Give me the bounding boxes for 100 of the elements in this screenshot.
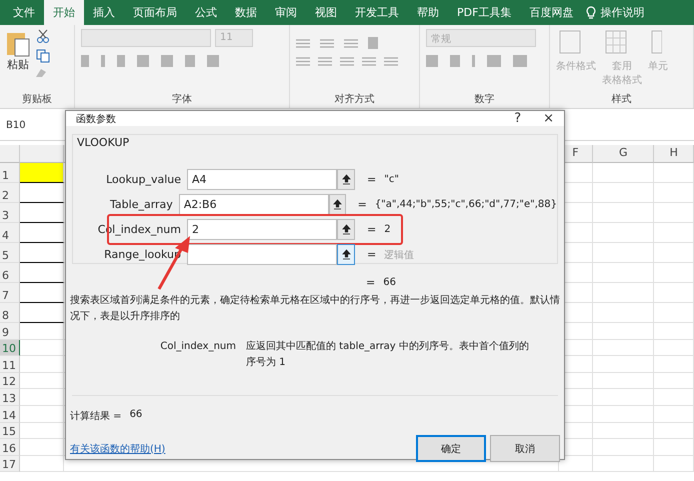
- row-header[interactable]: 13: [0, 389, 20, 406]
- spreadsheet-cell[interactable]: [20, 340, 64, 356]
- spreadsheet-cell[interactable]: [593, 203, 654, 223]
- spreadsheet-cell[interactable]: [654, 223, 694, 243]
- spreadsheet-cell[interactable]: [593, 263, 654, 283]
- spreadsheet-cell[interactable]: [20, 356, 64, 373]
- spreadsheet-cell[interactable]: [654, 163, 694, 183]
- select-all-corner[interactable]: [0, 145, 20, 163]
- spreadsheet-cell[interactable]: [654, 406, 694, 423]
- argument-field[interactable]: A2:B6: [178, 194, 329, 215]
- spreadsheet-cell[interactable]: [20, 283, 64, 303]
- ribbon-tab[interactable]: 帮助: [408, 0, 448, 25]
- close-button[interactable]: ×: [543, 111, 554, 126]
- spreadsheet-cell[interactable]: [20, 223, 64, 243]
- help-button[interactable]: ?: [514, 111, 522, 126]
- spreadsheet-cell[interactable]: [654, 456, 694, 472]
- row-header[interactable]: 15: [0, 422, 20, 440]
- row-header[interactable]: 16: [0, 439, 20, 456]
- spreadsheet-cell[interactable]: [20, 439, 64, 456]
- spreadsheet-cell[interactable]: [654, 422, 694, 440]
- spreadsheet-cell[interactable]: [593, 340, 654, 356]
- cancel-button[interactable]: 取消: [490, 435, 560, 462]
- ribbon-tab[interactable]: 审阅: [266, 0, 306, 25]
- ribbon-tab[interactable]: 数据: [226, 0, 266, 25]
- spreadsheet-cell[interactable]: [593, 356, 654, 373]
- spreadsheet-cell[interactable]: [654, 263, 694, 283]
- spreadsheet-cell[interactable]: [654, 340, 694, 356]
- spreadsheet-cell[interactable]: [20, 303, 64, 323]
- spreadsheet-cell[interactable]: [654, 203, 694, 223]
- row-header[interactable]: 3: [0, 203, 20, 223]
- spreadsheet-cell[interactable]: [593, 283, 654, 303]
- spreadsheet-cell[interactable]: [593, 243, 654, 263]
- row-header[interactable]: 8: [0, 303, 20, 323]
- spreadsheet-cell[interactable]: [593, 439, 654, 456]
- font-name-field[interactable]: [81, 29, 211, 47]
- ribbon-tab[interactable]: 开发工具: [346, 0, 408, 25]
- spreadsheet-cell[interactable]: [654, 356, 694, 373]
- row-header[interactable]: 2: [0, 183, 20, 203]
- collapse-button[interactable]: [337, 219, 355, 240]
- spreadsheet-cell[interactable]: [654, 323, 694, 340]
- spreadsheet-cell[interactable]: [593, 303, 654, 323]
- spreadsheet-cell[interactable]: [654, 183, 694, 203]
- row-header[interactable]: 14: [0, 406, 20, 423]
- spreadsheet-cell[interactable]: [20, 183, 64, 203]
- spreadsheet-cell[interactable]: [654, 283, 694, 303]
- spreadsheet-cell[interactable]: [593, 163, 654, 183]
- row-header[interactable]: 17: [0, 456, 20, 472]
- spreadsheet-cell[interactable]: [593, 223, 654, 243]
- paste-button[interactable]: 粘贴: [7, 57, 29, 72]
- row-header[interactable]: 7: [0, 283, 20, 303]
- row-header[interactable]: 12: [0, 372, 20, 390]
- spreadsheet-cell[interactable]: [593, 372, 654, 390]
- ribbon-tab[interactable]: PDF工具集: [448, 0, 520, 25]
- spreadsheet-cell[interactable]: [593, 183, 654, 203]
- spreadsheet-cell[interactable]: [654, 303, 694, 323]
- spreadsheet-cell[interactable]: [20, 203, 64, 223]
- spreadsheet-cell[interactable]: [20, 372, 64, 390]
- column-header[interactable]: H: [654, 145, 694, 163]
- spreadsheet-cell[interactable]: [593, 456, 654, 472]
- name-box[interactable]: B10: [6, 120, 26, 131]
- ribbon-tab[interactable]: 文件: [4, 0, 44, 25]
- ribbon-tab[interactable]: 视图: [306, 0, 346, 25]
- spreadsheet-cell[interactable]: [20, 263, 64, 283]
- row-header[interactable]: 4: [0, 223, 20, 243]
- spreadsheet-cell[interactable]: [20, 163, 64, 183]
- spreadsheet-cell[interactable]: [20, 406, 64, 423]
- ribbon-tab[interactable]: 页面布局: [124, 0, 186, 25]
- spreadsheet-cell[interactable]: [654, 389, 694, 406]
- ribbon-tab[interactable]: 开始: [44, 0, 84, 25]
- spreadsheet-cell[interactable]: [20, 456, 64, 472]
- spreadsheet-cell[interactable]: [20, 243, 64, 263]
- spreadsheet-cell[interactable]: [20, 422, 64, 440]
- spreadsheet-cell[interactable]: [593, 323, 654, 340]
- argument-field[interactable]: [187, 244, 337, 265]
- spreadsheet-cell[interactable]: [654, 243, 694, 263]
- align-bottom-icon: [344, 38, 358, 48]
- ok-button[interactable]: 确定: [416, 435, 486, 462]
- row-header[interactable]: 6: [0, 263, 20, 283]
- spreadsheet-cell[interactable]: [20, 389, 64, 406]
- spreadsheet-cell[interactable]: [593, 406, 654, 423]
- help-link[interactable]: 有关该函数的帮助(H): [70, 442, 412, 456]
- row-header[interactable]: 11: [0, 356, 20, 373]
- tell-me-search[interactable]: 操作说明: [600, 5, 644, 20]
- spreadsheet-cell[interactable]: [654, 439, 694, 456]
- collapse-button[interactable]: [337, 244, 355, 265]
- ribbon-tab[interactable]: 公式: [186, 0, 226, 25]
- ribbon-tab[interactable]: 插入: [84, 0, 124, 25]
- spreadsheet-cell[interactable]: [593, 422, 654, 440]
- spreadsheet-cell[interactable]: [20, 323, 64, 340]
- row-header[interactable]: 1: [0, 163, 20, 183]
- argument-field[interactable]: A4: [187, 169, 337, 190]
- row-header[interactable]: 5: [0, 243, 20, 263]
- column-header[interactable]: G: [593, 145, 654, 163]
- collapse-button[interactable]: [337, 169, 355, 190]
- spreadsheet-cell[interactable]: [593, 389, 654, 406]
- argument-field[interactable]: 2: [187, 219, 337, 240]
- row-header[interactable]: 10: [0, 340, 20, 356]
- row-header[interactable]: 9: [0, 323, 20, 340]
- spreadsheet-cell[interactable]: [654, 372, 694, 390]
- ribbon-tab[interactable]: 百度网盘: [520, 0, 582, 25]
